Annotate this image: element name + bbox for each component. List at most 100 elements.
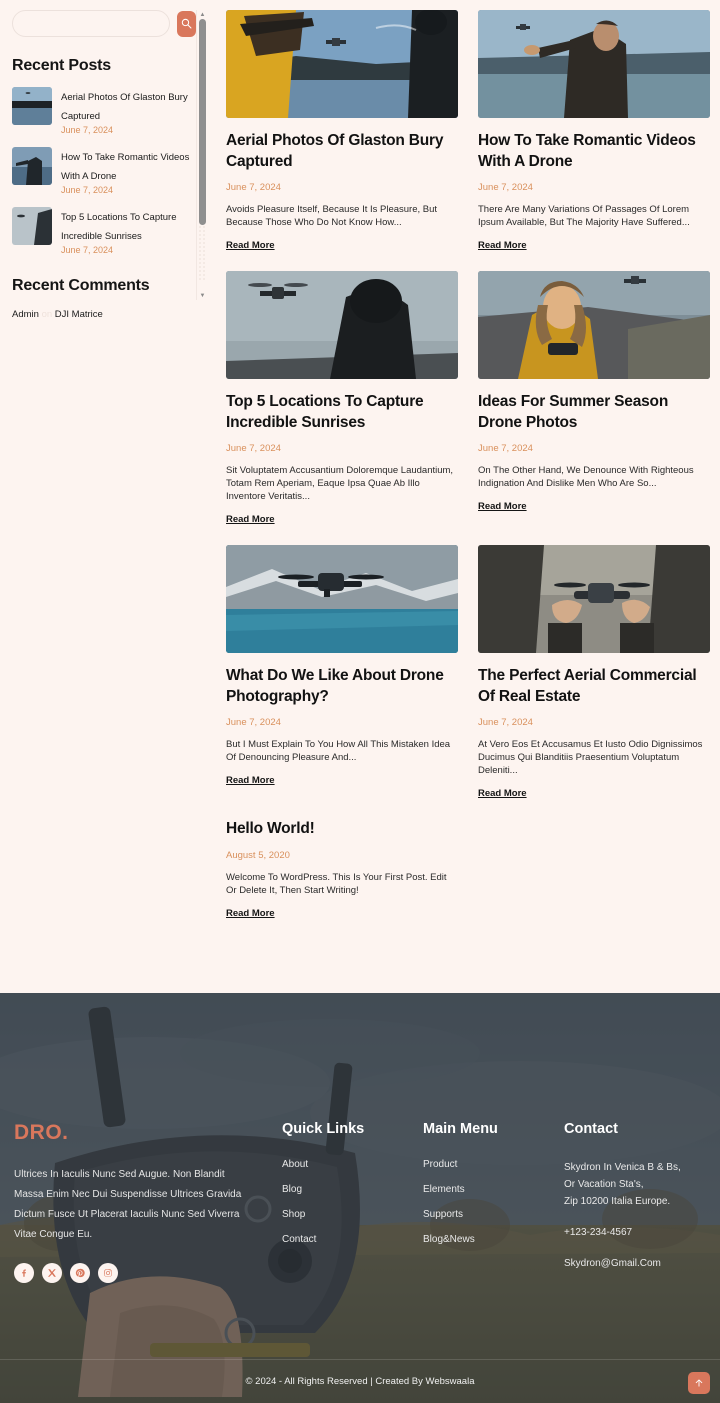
contact-address: Skydron In Venica B & Bs, Or Vacation St… xyxy=(564,1159,704,1210)
post-title[interactable]: Aerial Photos Of Glaston Bury Captured xyxy=(226,131,458,172)
post-title[interactable]: Hello World! xyxy=(226,819,458,840)
read-more-link[interactable]: Read More xyxy=(478,788,527,799)
contact-email[interactable]: Skydron@Gmail.Com xyxy=(564,1255,704,1272)
post-card[interactable]: Hello World! August 5, 2020 Welcome To W… xyxy=(226,819,458,921)
scroll-up-arrow-icon[interactable]: ▲ xyxy=(197,10,208,19)
post-featured-image[interactable] xyxy=(478,271,710,379)
post-card[interactable]: The Perfect Aerial Commercial Of Real Es… xyxy=(478,545,710,801)
contact-phone[interactable]: +123-234-4567 xyxy=(564,1224,704,1241)
read-more-link[interactable]: Read More xyxy=(226,908,275,919)
social-links xyxy=(14,1263,282,1283)
post-card[interactable]: Aerial Photos Of Glaston Bury Captured J… xyxy=(226,10,458,253)
read-more-link[interactable]: Read More xyxy=(226,775,275,786)
recent-comments-title: Recent Comments xyxy=(12,277,150,294)
post-card[interactable]: Top 5 Locations To Capture Incredible Su… xyxy=(226,271,458,527)
sidebar: Recent Posts Aerial Photos Of Glaston Bu… xyxy=(0,0,208,993)
footer-columns: DRO. Ultrices In Iaculis Nunc Sed Augue.… xyxy=(0,993,720,1283)
list-item: Admin on DJI Matrice xyxy=(12,309,196,320)
footer-link-contact[interactable]: Contact xyxy=(282,1234,423,1245)
footer-link-elements[interactable]: Elements xyxy=(423,1184,564,1195)
pinterest-icon xyxy=(75,1268,85,1278)
scroll-down-arrow-icon[interactable]: ▼ xyxy=(197,291,208,300)
comment-author[interactable]: Admin xyxy=(12,309,39,320)
post-featured-image[interactable] xyxy=(478,10,710,118)
list-item[interactable]: How To Take Romantic Videos With A Drone… xyxy=(12,147,196,195)
facebook-link[interactable] xyxy=(14,1263,34,1283)
footer-link-shop[interactable]: Shop xyxy=(282,1209,423,1220)
post-featured-image[interactable] xyxy=(226,271,458,379)
post-excerpt: Avoids Pleasure Itself, Because It Is Pl… xyxy=(226,204,438,228)
post-date: June 7, 2024 xyxy=(478,443,533,454)
read-more-link[interactable]: Read More xyxy=(478,240,527,251)
posts-grid: Aerial Photos Of Glaston Bury Captured J… xyxy=(208,0,720,993)
instagram-icon xyxy=(104,1269,112,1277)
search-widget xyxy=(12,10,196,37)
facebook-icon xyxy=(22,1269,26,1277)
address-line-3: Zip 10200 Italia Europe. xyxy=(564,1196,671,1207)
post-excerpt: On The Other Hand, We Denounce With Righ… xyxy=(478,465,694,489)
recent-post-date: June 7, 2024 xyxy=(61,185,114,195)
pinterest-link[interactable] xyxy=(70,1263,90,1283)
footer-link-product[interactable]: Product xyxy=(423,1159,564,1170)
site-footer: DRO. Ultrices In Iaculis Nunc Sed Augue.… xyxy=(0,993,720,1403)
post-title[interactable]: How To Take Romantic Videos With A Drone xyxy=(478,131,710,172)
post-card[interactable]: Ideas For Summer Season Drone Photos Jun… xyxy=(478,271,710,527)
footer-quick-links-column: Quick Links About Blog Shop Contact xyxy=(282,1121,423,1283)
sidebar-scrollbar[interactable]: ▲ ▼ xyxy=(196,10,207,300)
footer-link-about[interactable]: About xyxy=(282,1159,423,1170)
footer-link-supports[interactable]: Supports xyxy=(423,1209,564,1220)
footer-link-blog-news[interactable]: Blog&News xyxy=(423,1234,564,1245)
search-input[interactable] xyxy=(12,10,170,37)
arrow-up-icon xyxy=(695,1379,703,1387)
recent-post-date: June 7, 2024 xyxy=(61,245,114,255)
post-title[interactable]: The Perfect Aerial Commercial Of Real Es… xyxy=(478,666,710,707)
footer-link-blog[interactable]: Blog xyxy=(282,1184,423,1195)
search-icon xyxy=(181,18,192,29)
post-featured-image[interactable] xyxy=(226,10,458,118)
footer-logo[interactable]: DRO. xyxy=(14,1121,282,1145)
x-twitter-icon xyxy=(47,1269,56,1277)
post-thumbnail xyxy=(12,207,52,245)
post-excerpt: Sit Voluptatem Accusantium Doloremque La… xyxy=(226,465,454,502)
post-date: June 7, 2024 xyxy=(226,182,281,193)
instagram-link[interactable] xyxy=(98,1263,118,1283)
scroll-to-top-button[interactable] xyxy=(688,1372,710,1394)
post-title[interactable]: Ideas For Summer Season Drone Photos xyxy=(478,392,710,433)
post-thumbnail xyxy=(12,147,52,185)
post-date: June 7, 2024 xyxy=(226,717,281,728)
post-date: August 5, 2020 xyxy=(226,849,290,861)
recent-post-title: Aerial Photos Of Glaston Bury Captured xyxy=(61,92,188,122)
post-date: June 7, 2024 xyxy=(226,443,281,454)
post-excerpt: At Vero Eos Et Accusamus Et Iusto Odio D… xyxy=(478,739,703,776)
post-date: June 7, 2024 xyxy=(478,182,533,193)
recent-comments-widget: Recent Comments Admin on DJI Matrice xyxy=(12,277,196,320)
footer-main-menu-column: Main Menu Product Elements Supports Blog… xyxy=(423,1121,564,1283)
recent-posts-title: Recent Posts xyxy=(12,57,111,74)
recent-posts-list: Aerial Photos Of Glaston Bury Captured J… xyxy=(12,87,196,255)
post-featured-image[interactable] xyxy=(478,545,710,653)
page-root: Recent Posts Aerial Photos Of Glaston Bu… xyxy=(0,0,720,1403)
post-title[interactable]: What Do We Like About Drone Photography? xyxy=(226,666,458,707)
read-more-link[interactable]: Read More xyxy=(478,501,527,512)
recent-post-date: June 7, 2024 xyxy=(61,125,114,135)
read-more-link[interactable]: Read More xyxy=(226,240,275,251)
post-card[interactable]: How To Take Romantic Videos With A Drone… xyxy=(478,10,710,253)
list-item[interactable]: Top 5 Locations To Capture Incredible Su… xyxy=(12,207,196,255)
contact-title: Contact xyxy=(564,1121,618,1137)
copyright-text: © 2024 - All Rights Reserved | Created B… xyxy=(245,1376,475,1387)
x-twitter-link[interactable] xyxy=(42,1263,62,1283)
post-card[interactable]: What Do We Like About Drone Photography?… xyxy=(226,545,458,801)
footer-brand-column: DRO. Ultrices In Iaculis Nunc Sed Augue.… xyxy=(14,1121,282,1283)
read-more-link[interactable]: Read More xyxy=(226,514,275,525)
scrollbar-thumb[interactable] xyxy=(199,19,206,225)
brand-name: DRO xyxy=(14,1121,63,1144)
content-area: Recent Posts Aerial Photos Of Glaston Bu… xyxy=(0,0,720,993)
post-excerpt: But I Must Explain To You How All This M… xyxy=(226,739,451,763)
address-line-1: Skydron In Venica B & Bs, xyxy=(564,1162,681,1173)
search-button[interactable] xyxy=(177,10,196,37)
post-date: June 7, 2024 xyxy=(478,717,533,728)
comment-post-title[interactable]: DJI Matrice xyxy=(55,309,103,320)
list-item[interactable]: Aerial Photos Of Glaston Bury Captured J… xyxy=(12,87,196,135)
post-featured-image[interactable] xyxy=(226,545,458,653)
post-title[interactable]: Top 5 Locations To Capture Incredible Su… xyxy=(226,392,458,433)
